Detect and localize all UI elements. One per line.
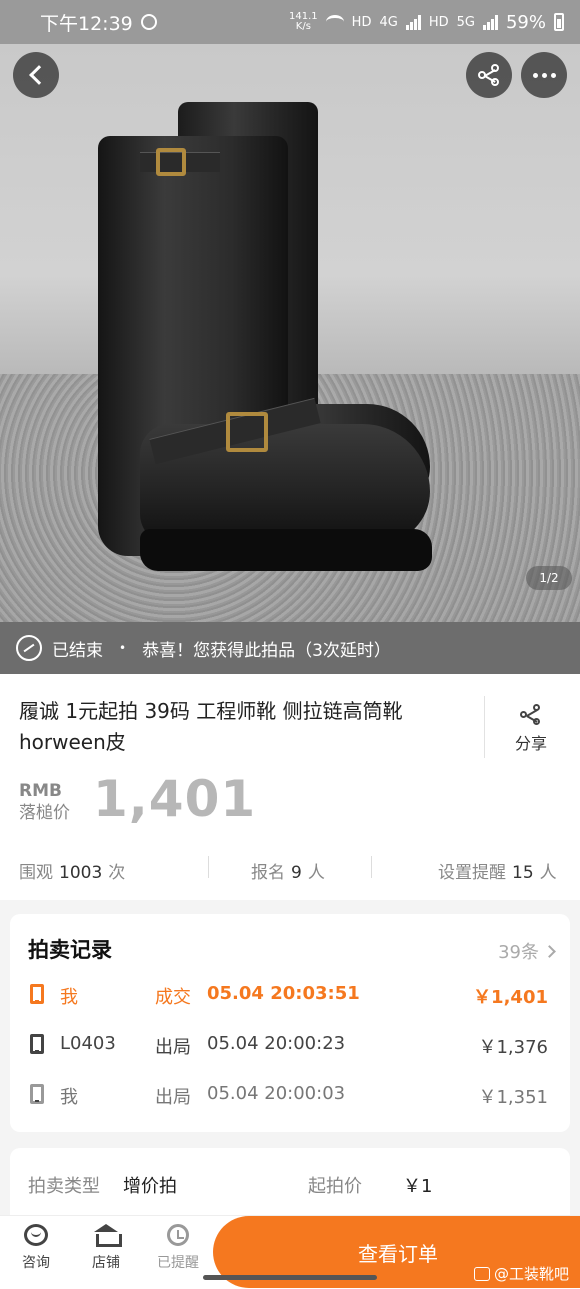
auction-type-label: 拍卖类型	[28, 1176, 100, 1197]
watermark-text: @工装靴吧	[494, 1265, 570, 1283]
record-type: 成交	[155, 987, 191, 1008]
record-time: 05.04 20:00:23	[207, 1033, 346, 1054]
start-price-value: ￥1	[403, 1176, 433, 1197]
title-divider	[484, 696, 485, 758]
watermark-logo-icon	[474, 1266, 490, 1281]
record-bidder: 我	[60, 1087, 78, 1108]
phone-icon	[30, 1034, 44, 1054]
more-dots-icon	[532, 72, 556, 78]
net-speed: 141.1 K/s	[289, 12, 318, 32]
globe-icon	[140, 14, 157, 30]
wifi-icon	[325, 15, 344, 29]
status-time-group: 下午12:39	[40, 9, 157, 36]
record-row: L0403 出局 05.04 20:00:23 ￥1,376	[10, 1030, 570, 1060]
records-count-link[interactable]: 39条	[498, 938, 556, 964]
banner-separator: •	[119, 641, 127, 655]
auction-type-value: 增价拍	[123, 1176, 177, 1197]
record-time: 05.04 20:00:03	[207, 1083, 346, 1104]
consult-label: 咨询	[22, 1255, 50, 1271]
record-type: 出局	[155, 1087, 191, 1108]
record-time: 05.04 20:03:51	[207, 983, 360, 1004]
stats-divider	[208, 856, 209, 878]
views-value: 1003	[59, 863, 103, 883]
boot-sole	[140, 529, 432, 571]
signups-value: 9	[291, 863, 302, 883]
signups-label: 报名	[251, 863, 285, 883]
home-indicator[interactable]	[203, 1275, 377, 1280]
signal-icon-1	[405, 14, 421, 30]
record-row: 我 出局 05.04 20:00:03 ￥1,351	[10, 1080, 570, 1110]
chevron-right-icon	[543, 944, 556, 958]
back-arrow-icon	[28, 65, 49, 85]
share-top-button[interactable]	[466, 52, 512, 98]
reminders-stat: 设置提醒 15 人	[438, 858, 557, 883]
signups-unit: 人	[307, 863, 325, 883]
reminders-label: 设置提醒	[438, 863, 506, 883]
reminded-label: 已提醒	[157, 1255, 199, 1271]
record-row: 我 成交 05.04 20:03:51 ￥1,401	[10, 980, 570, 1010]
auction-records: 拍卖记录 39条 我 成交 05.04 20:03:51 ￥1,401 L040…	[10, 914, 570, 1132]
item-info: 履诚 1元起拍 39码 工程师靴 侧拉链高筒靴horween皮 分享 RMB 落…	[0, 674, 580, 900]
status-indicators: 141.1 K/s HD 4G HD 5G 59%	[289, 12, 564, 33]
signal-icon-2	[482, 14, 498, 30]
status-time: 下午12:39	[40, 12, 133, 35]
record-type: 出局	[155, 1037, 191, 1058]
records-title: 拍卖记录	[28, 938, 112, 962]
start-price-label: 起拍价	[308, 1176, 362, 1197]
final-price-label: 落槌价	[19, 803, 70, 823]
record-bidder: L0403	[60, 1033, 116, 1054]
ended-status-text: 已结束	[52, 640, 103, 661]
record-price: ￥1,376	[478, 1037, 548, 1058]
watermark: @工装靴吧	[474, 1263, 569, 1284]
store-icon	[94, 1224, 122, 1247]
share-button[interactable]: 分享	[505, 704, 557, 754]
hd-label-2: HD	[428, 14, 449, 30]
phone-icon	[30, 1084, 44, 1104]
photo-page-indicator: 1/2	[526, 566, 572, 590]
record-price: ￥1,351	[478, 1087, 548, 1108]
battery-icon	[554, 13, 564, 31]
product-photo[interactable]	[0, 44, 580, 622]
more-button[interactable]	[521, 52, 567, 98]
final-price: 1,401	[93, 770, 257, 828]
record-price: ￥1,401	[473, 987, 548, 1008]
record-bidder: 我	[60, 987, 78, 1008]
hd-label-1: HD	[351, 14, 372, 30]
price-label-group: RMB 落槌价	[19, 780, 70, 824]
phone-icon	[30, 984, 44, 1004]
buckle-top	[156, 148, 186, 176]
ended-message: 恭喜！您获得此拍品（3次延时）	[142, 640, 391, 661]
network-type-2: 5G	[456, 14, 475, 30]
battery-percent: 59%	[505, 11, 546, 33]
status-bar: 下午12:39 141.1 K/s HD 4G HD 5G 59%	[0, 0, 580, 44]
reminders-value: 15	[512, 863, 534, 883]
views-unit: 次	[108, 863, 126, 883]
views-label: 围观	[19, 863, 53, 883]
network-type-1: 4G	[379, 14, 398, 30]
records-count: 39条	[498, 942, 539, 963]
chat-icon	[24, 1224, 48, 1246]
signups-stat: 报名 9 人	[251, 858, 325, 883]
ended-banner: 已结束 • 恭喜！您获得此拍品（3次延时）	[0, 622, 580, 674]
stats-divider	[371, 856, 372, 878]
reminders-unit: 人	[539, 863, 557, 883]
share-icon	[478, 64, 500, 86]
item-title: 履诚 1元起拍 39码 工程师靴 侧拉链高筒靴horween皮	[19, 699, 403, 754]
buckle-ankle	[226, 412, 268, 452]
views-stat: 围观 1003 次	[19, 858, 125, 883]
share-icon	[520, 704, 542, 726]
alarm-clock-icon	[167, 1224, 189, 1246]
back-button[interactable]	[13, 52, 59, 98]
store-tab[interactable]: 店铺	[76, 1224, 136, 1272]
currency-label: RMB	[19, 781, 62, 801]
stats-row: 围观 1003 次 报名 9 人 设置提醒 15 人	[0, 854, 580, 883]
net-speed-unit: K/s	[295, 21, 311, 32]
ended-status-icon	[16, 635, 42, 661]
consult-tab[interactable]: 咨询	[6, 1224, 66, 1272]
share-label: 分享	[514, 734, 547, 753]
reminded-tab[interactable]: 已提醒	[148, 1224, 208, 1272]
store-label: 店铺	[92, 1255, 120, 1271]
